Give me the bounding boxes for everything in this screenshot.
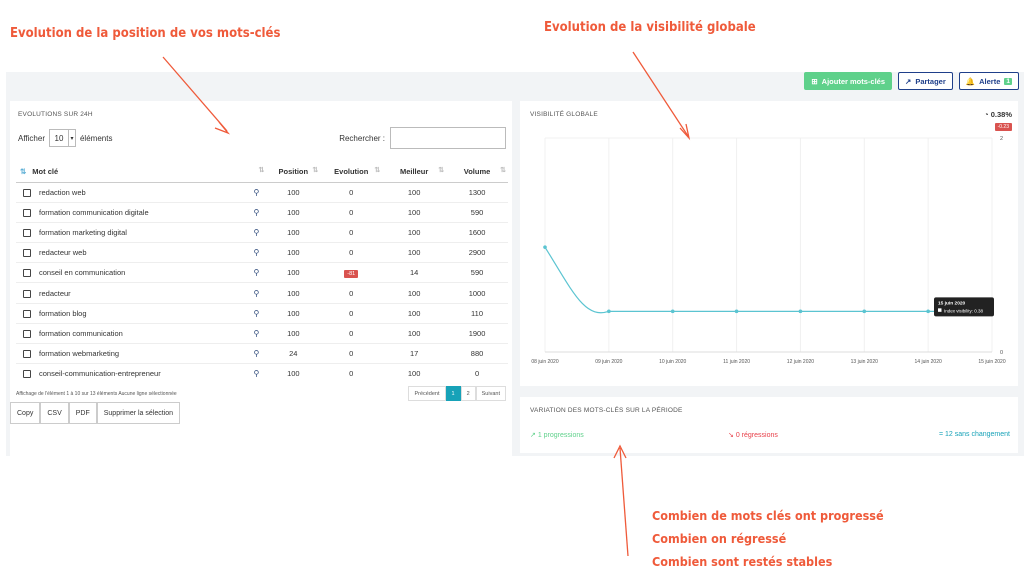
arrow-to-table — [162, 56, 228, 132]
arrow-to-chart — [632, 51, 689, 137]
arrow-to-variation — [619, 447, 629, 557]
annotation-arrows — [162, 51, 691, 557]
